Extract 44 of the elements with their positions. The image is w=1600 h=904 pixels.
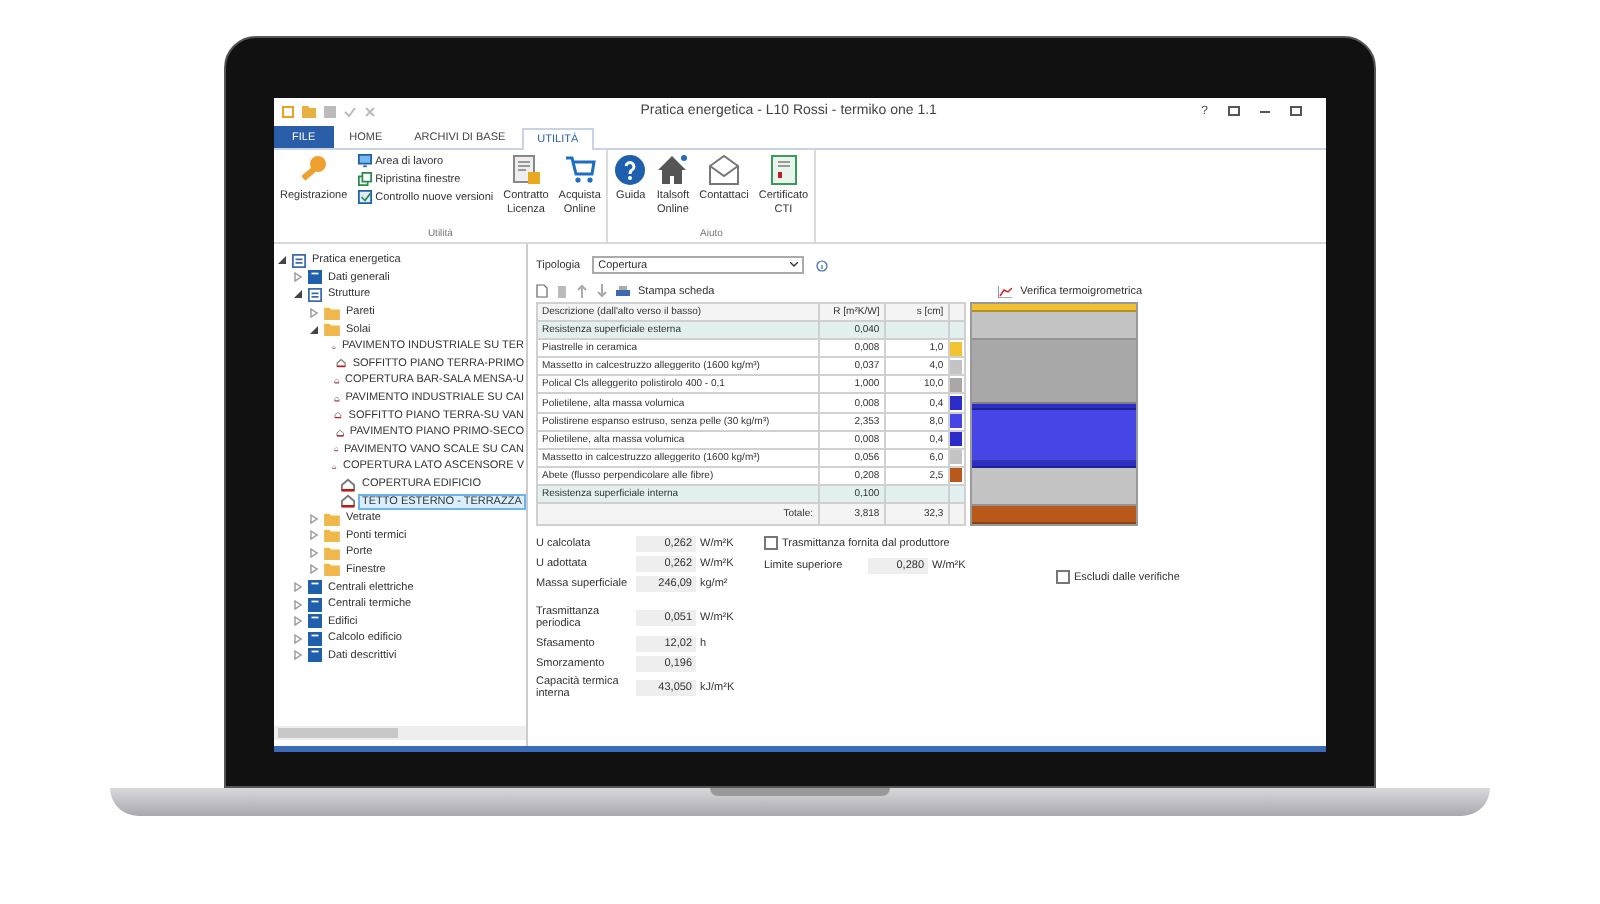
expand-arrow-icon[interactable] (294, 582, 302, 593)
monitor-icon (357, 154, 372, 168)
arrow-down-icon[interactable] (596, 284, 608, 298)
printer-icon (616, 285, 630, 297)
check-icon[interactable] (344, 105, 356, 117)
expand-arrow-icon[interactable] (310, 513, 318, 524)
expand-arrow-icon[interactable] (294, 272, 302, 283)
book-icon (308, 270, 322, 285)
windows-icon (357, 172, 372, 186)
expand-arrow-icon[interactable] (294, 633, 302, 644)
update-icon (357, 190, 372, 204)
collapse-arrow-icon[interactable] (310, 325, 318, 334)
collapse-arrow-icon[interactable] (278, 256, 286, 265)
info-icon[interactable] (816, 259, 829, 271)
horizontal-scrollbar[interactable] (274, 726, 526, 740)
expand-arrow-icon[interactable] (294, 650, 302, 661)
expand-arrow-icon[interactable] (310, 547, 318, 558)
trash-icon[interactable] (556, 284, 568, 298)
app-logo-icon (282, 105, 294, 117)
list-icon (308, 287, 322, 302)
house-icon (656, 154, 689, 186)
checkbox[interactable] (764, 536, 778, 551)
key-icon (297, 154, 330, 186)
list-icon (292, 253, 306, 268)
expand-arrow-icon[interactable] (310, 530, 318, 541)
save-icon[interactable] (324, 105, 336, 117)
expand-arrow-icon[interactable] (294, 599, 302, 610)
collapse-arrow-icon[interactable] (294, 290, 302, 299)
cart-icon (563, 154, 596, 186)
close-icon[interactable] (364, 105, 376, 117)
arrow-up-icon[interactable] (576, 284, 588, 298)
chevron-down-icon (790, 262, 799, 268)
new-page-icon[interactable] (536, 284, 548, 298)
certificate-icon (767, 154, 800, 186)
chart-icon (998, 285, 1013, 297)
expand-arrow-icon[interactable] (310, 307, 318, 318)
maximize-icon[interactable] (1290, 106, 1302, 116)
expand-arrow-icon[interactable] (310, 564, 318, 575)
minimize-icon[interactable] (1260, 109, 1270, 113)
document-lock-icon (509, 154, 542, 186)
restore-icon[interactable] (1228, 106, 1240, 116)
expand-arrow-icon[interactable] (294, 616, 302, 627)
checkbox[interactable] (1056, 570, 1070, 585)
folder-icon[interactable] (302, 105, 316, 117)
